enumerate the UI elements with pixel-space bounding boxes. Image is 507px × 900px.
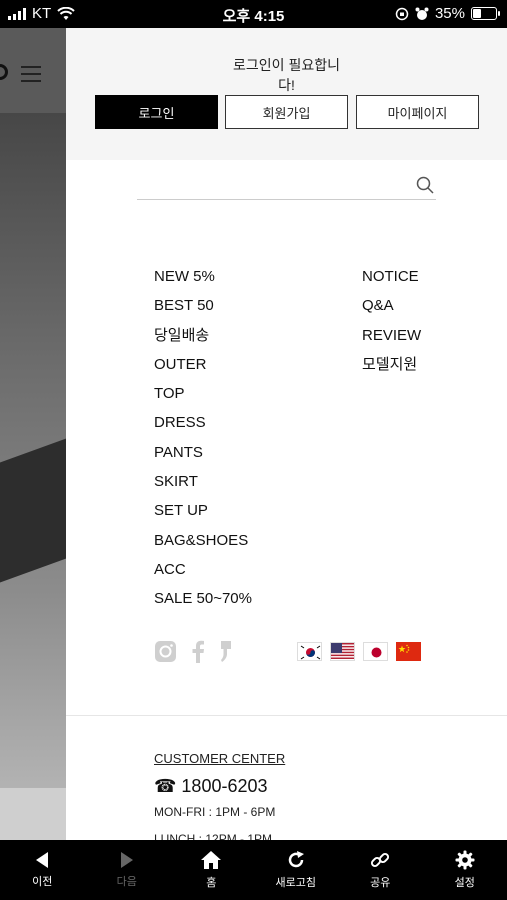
facebook-icon[interactable] (191, 640, 205, 668)
share-label: 공유 (370, 877, 391, 889)
settings-label: 설정 (454, 877, 475, 889)
menu-item-outer[interactable]: OUTER (154, 350, 252, 379)
hamburger-menu-icon[interactable] (21, 66, 41, 87)
refresh-icon (288, 851, 304, 868)
menu-item-sale[interactable]: SALE 50~70% (154, 584, 252, 613)
join-button[interactable]: 회원가입 (225, 95, 348, 129)
background-page[interactable] (0, 28, 80, 840)
menu-item-skirt[interactable]: SKIRT (154, 467, 252, 496)
forward-label: 다음 (116, 876, 137, 888)
menu-item-model-apply[interactable]: 모델지원 (362, 350, 421, 379)
menu-item-review[interactable]: REVIEW (362, 321, 421, 350)
refresh-label: 새로고침 (275, 877, 316, 889)
status-bar: KT 오후 4:15 35% (0, 0, 507, 28)
customer-center-phone[interactable]: ☎ 1800-6203 (154, 776, 268, 797)
search-bar (137, 171, 436, 200)
logo-fragment (0, 64, 8, 80)
customer-center-hours: MON-FRI : 1PM - 6PM (154, 805, 276, 819)
board-menu: NOTICE Q&A REVIEW 모델지원 (362, 262, 421, 379)
share-button[interactable]: 공유 (338, 840, 423, 900)
orientation-lock-icon (395, 7, 409, 20)
back-icon (36, 852, 49, 868)
menu-item-notice[interactable]: NOTICE (362, 262, 421, 291)
category-menu: NEW 5% BEST 50 당일배송 OUTER TOP DRESS PANT… (154, 262, 252, 614)
home-button[interactable]: 홈 (169, 840, 254, 900)
battery-fill (473, 9, 482, 18)
search-input[interactable] (137, 171, 407, 199)
phone-screen: KT 오후 4:15 35% 로그인이 필요합니다! 로그인 회원가입 마이페이… (0, 0, 507, 900)
mypage-button[interactable]: 마이페이지 (356, 95, 479, 129)
flag-usa[interactable] (330, 642, 355, 661)
menu-item-qna[interactable]: Q&A (362, 291, 421, 320)
menu-item-top[interactable]: TOP (154, 379, 252, 408)
menu-item-pants[interactable]: PANTS (154, 438, 252, 467)
menu-item-bag-shoes[interactable]: BAG&SHOES (154, 526, 252, 555)
back-label: 이전 (32, 876, 53, 888)
menu-item-same-day-delivery[interactable]: 당일배송 (154, 321, 252, 350)
share-link-icon (371, 852, 390, 868)
menu-item-acc[interactable]: ACC (154, 555, 252, 584)
home-label: 홈 (206, 877, 217, 889)
menu-item-best[interactable]: BEST 50 (154, 291, 252, 320)
instagram-icon[interactable] (154, 640, 177, 668)
flag-korea[interactable] (297, 642, 322, 661)
alarm-icon (415, 7, 429, 20)
login-button[interactable]: 로그인 (95, 95, 218, 129)
menu-item-set-up[interactable]: SET UP (154, 496, 252, 525)
menu-item-new[interactable]: NEW 5% (154, 262, 252, 291)
battery-icon (471, 7, 500, 20)
language-selector (297, 642, 421, 661)
refresh-button[interactable]: 새로고침 (254, 840, 339, 900)
section-divider (66, 715, 507, 716)
customer-center-title[interactable]: CUSTOMER CENTER (154, 751, 285, 766)
menu-item-dress[interactable]: DRESS (154, 408, 252, 437)
background-header (0, 28, 66, 113)
back-button[interactable]: 이전 (0, 840, 85, 900)
customer-center-lunch: LUNCH : 12PM - 1PM (154, 832, 273, 840)
flag-japan[interactable] (363, 642, 388, 661)
status-right: 35% (395, 5, 500, 22)
kakao-story-icon[interactable] (219, 640, 233, 668)
side-drawer: 로그인이 필요합니다! 로그인 회원가입 마이페이지 NEW 5% BEST 5… (66, 28, 507, 840)
social-links (154, 640, 233, 668)
background-band (0, 788, 66, 840)
gear-icon (455, 850, 475, 870)
settings-button[interactable]: 설정 (423, 840, 507, 900)
battery-percent: 35% (434, 5, 465, 22)
flag-china[interactable] (396, 642, 421, 661)
browser-toolbar: 이전 다음 홈 새로고침 공유 설정 (0, 840, 507, 900)
home-icon (201, 851, 222, 869)
forward-button[interactable]: 다음 (85, 840, 170, 900)
forward-icon (120, 852, 133, 868)
search-icon[interactable] (416, 176, 434, 194)
